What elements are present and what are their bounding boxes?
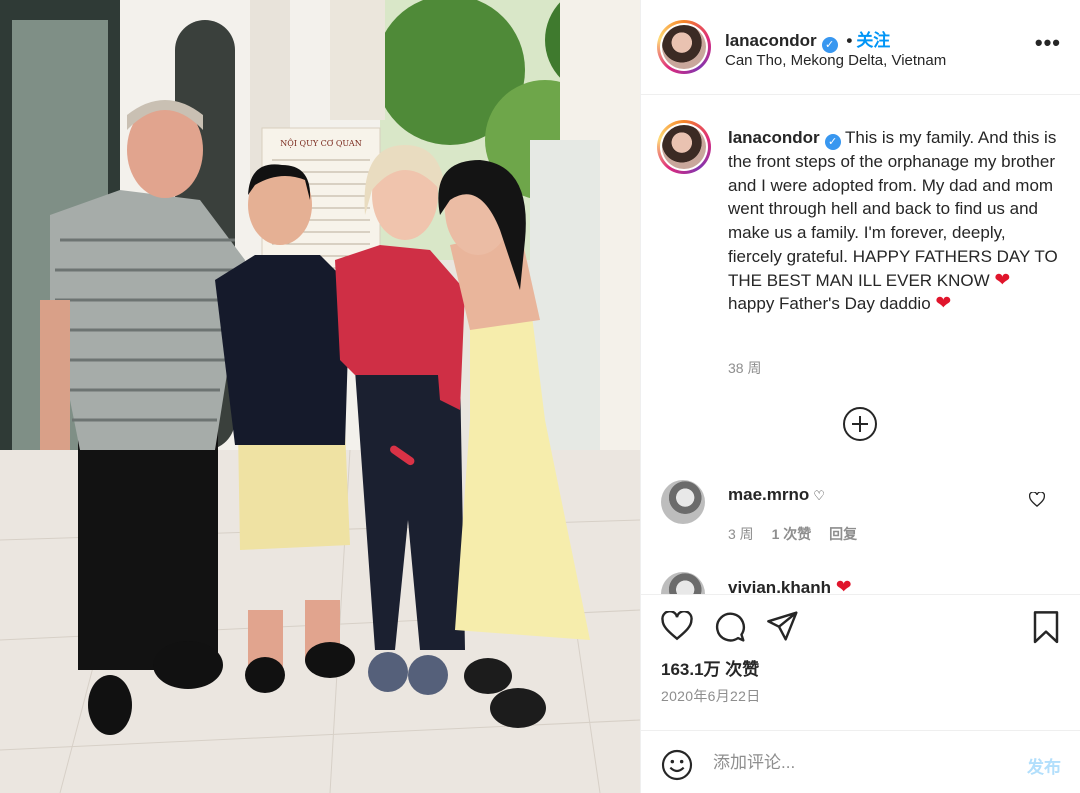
author-avatar[interactable]: [657, 20, 711, 74]
commenter-username-row: mae.mrno ♡: [728, 485, 825, 505]
speech-bubble-icon[interactable]: [714, 611, 746, 648]
post-photo[interactable]: NỘI QUY CƠ QUAN: [0, 0, 640, 793]
add-comment-bar: 发布: [641, 730, 1080, 793]
family-photo: NỘI QUY CƠ QUAN: [0, 0, 640, 793]
post-header: lanacondor ✓ • 关注 Can Tho, Mekong Delta, V…: [641, 0, 1080, 95]
plus-circle-icon[interactable]: [843, 407, 877, 441]
like-count[interactable]: 163.1万 次赞: [661, 655, 759, 680]
author-username[interactable]: lanacondor: [725, 31, 817, 50]
post-actions: 163.1万 次赞 2020年6月22日 发布: [641, 594, 1080, 793]
comment-time: 3 周: [728, 526, 754, 542]
separator-dot: •: [846, 31, 853, 50]
comment-meta: 3 周 1 次赞 回复: [728, 524, 871, 544]
more-options-icon[interactable]: •••: [1035, 32, 1061, 54]
caption-author-avatar[interactable]: [657, 120, 711, 174]
heart-outline-icon[interactable]: [661, 610, 693, 646]
bookmark-icon[interactable]: [1031, 611, 1061, 649]
verified-badge-icon: ✓: [824, 134, 841, 150]
smiley-icon[interactable]: [661, 749, 693, 786]
paper-plane-icon[interactable]: [767, 611, 799, 646]
caption-text-block: lanacondor ✓ This is my family. And this …: [728, 126, 1058, 316]
caption-username[interactable]: lanacondor: [728, 128, 820, 147]
red-heart-emoji-icon: ❤: [935, 293, 952, 315]
verified-badge-icon: ✓: [821, 37, 838, 53]
post-comment-button[interactable]: 发布: [1027, 753, 1061, 778]
comment-likes[interactable]: 1 次赞: [772, 526, 812, 542]
comment-like-heart-icon[interactable]: [1028, 491, 1046, 512]
caption-body: This is my family. And this is the front…: [728, 128, 1058, 290]
commenter-avatar[interactable]: [661, 480, 705, 524]
small-heart-icon: ♡: [813, 488, 825, 503]
comment-input[interactable]: [713, 749, 993, 777]
caption-body-end: happy Father's Day daddio: [728, 294, 936, 314]
caption-timestamp: 38 周: [728, 360, 762, 376]
reply-button[interactable]: 回复: [829, 526, 857, 542]
notice-sign-title: NỘI QUY CƠ QUAN: [280, 139, 361, 148]
commenter-username[interactable]: mae.mrno: [728, 485, 809, 504]
post-location[interactable]: Can Tho, Mekong Delta, Vietnam: [725, 52, 946, 69]
post-detail-panel: lanacondor ✓ • 关注 Can Tho, Mekong Delta, V…: [640, 0, 1080, 793]
author-username-row: lanacondor ✓ • 关注: [725, 26, 890, 53]
post-date: 2020年6月22日: [661, 688, 761, 704]
red-heart-emoji-icon: ❤: [994, 269, 1011, 291]
follow-button[interactable]: 关注: [856, 31, 890, 50]
